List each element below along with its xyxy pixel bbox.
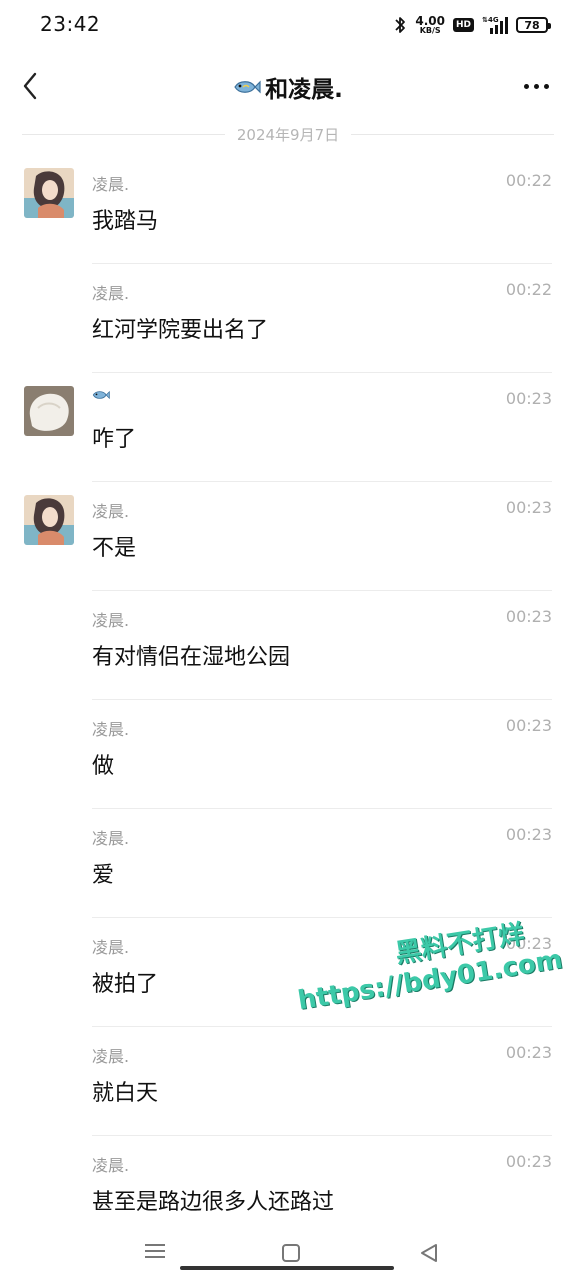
more-options-button[interactable] [518,70,554,102]
fish-emoji-icon [234,80,261,94]
sender-name: 凌晨. [92,502,130,521]
message-text[interactable]: 甚至是路边很多人还路过 [92,1184,334,1216]
message-item[interactable]: 凌晨. 00:23 爱 [0,809,576,918]
sender-name: 凌晨. [92,611,130,630]
chat-title: 和凌晨. [0,70,576,104]
home-square-icon[interactable] [282,1244,300,1262]
status-bar: 23:42 4.00 KB/S HD ⇅ 4G 78 [0,0,576,52]
status-icons: 4.00 KB/S HD ⇅ 4G 78 [393,10,551,40]
message-time: 00:23 [505,607,552,626]
system-nav-bar [0,1222,576,1280]
chat-title-text: 和凌晨. [265,77,343,103]
back-triangle-icon[interactable] [418,1242,440,1264]
message-text[interactable]: 红河学院要出名了 [92,312,268,344]
sender-name: 凌晨. [92,829,130,848]
message-time: 00:23 [505,498,552,517]
message-item[interactable]: 凌晨. 00:23 就白天 [0,1027,576,1136]
message-item[interactable]: 凌晨. 00:23 不是 [0,482,576,591]
message-time: 00:23 [505,389,552,408]
message-time: 00:23 [505,1152,552,1171]
more-dot-icon [533,83,539,89]
message-time: 00:23 [505,825,552,844]
message-text[interactable]: 不是 [92,530,136,562]
avatar-white-cat[interactable] [24,386,74,436]
message-text[interactable]: 咋了 [92,421,136,453]
signal-4g-icon: ⇅ 4G [482,16,508,34]
battery-indicator: 78 [516,17,551,33]
message-list[interactable]: 凌晨. 00:22 我踏马 凌晨. 00:22 红河学院要出名了 00:23 咋… [0,155,576,1245]
message-time: 00:22 [505,171,552,190]
status-time: 23:42 [40,12,101,36]
message-time: 00:23 [505,1043,552,1062]
message-item[interactable]: 凌晨. 00:23 被拍了 [0,918,576,1027]
message-item[interactable]: 凌晨. 00:22 红河学院要出名了 [0,264,576,373]
sender-name: 凌晨. [92,938,130,957]
message-text[interactable]: 被拍了 [92,966,158,998]
sender-name: 凌晨. [92,1047,130,1066]
chat-header: 和凌晨. [0,58,576,114]
message-item[interactable]: 凌晨. 00:22 我踏马 [0,155,576,264]
message-item[interactable]: 凌晨. 00:23 有对情侣在湿地公园 [0,591,576,700]
message-text[interactable]: 做 [92,748,114,780]
sender-name: 凌晨. [92,720,130,739]
message-item[interactable]: 00:23 咋了 [0,373,576,482]
avatar-anime-girl[interactable] [24,495,74,545]
message-text[interactable]: 就白天 [92,1075,158,1107]
bluetooth-icon [395,17,406,33]
sender-name: 凌晨. [92,1156,130,1175]
hd-badge: HD [452,18,474,32]
message-time: 00:23 [505,934,552,953]
avatar-anime-girl[interactable] [24,168,74,218]
date-divider: 2024年9月7日 [22,122,555,146]
message-text[interactable]: 我踏马 [92,203,158,235]
message-text[interactable]: 爱 [92,857,114,889]
network-speed: 4.00 KB/S [415,14,445,35]
network-type-label: 4G [488,16,499,24]
sender-name [92,389,110,401]
message-time: 00:23 [505,716,552,735]
home-indicator[interactable] [180,1266,394,1270]
date-label: 2024年9月7日 [236,125,340,144]
menu-icon[interactable] [144,1242,166,1260]
message-time: 00:22 [505,280,552,299]
message-text[interactable]: 有对情侣在湿地公园 [92,639,290,671]
fish-emoji-icon [92,390,110,400]
sender-name: 凌晨. [92,284,130,303]
sender-name: 凌晨. [92,175,130,194]
more-dot-icon [543,83,549,89]
message-item[interactable]: 凌晨. 00:23 做 [0,700,576,809]
more-dot-icon [523,83,529,89]
